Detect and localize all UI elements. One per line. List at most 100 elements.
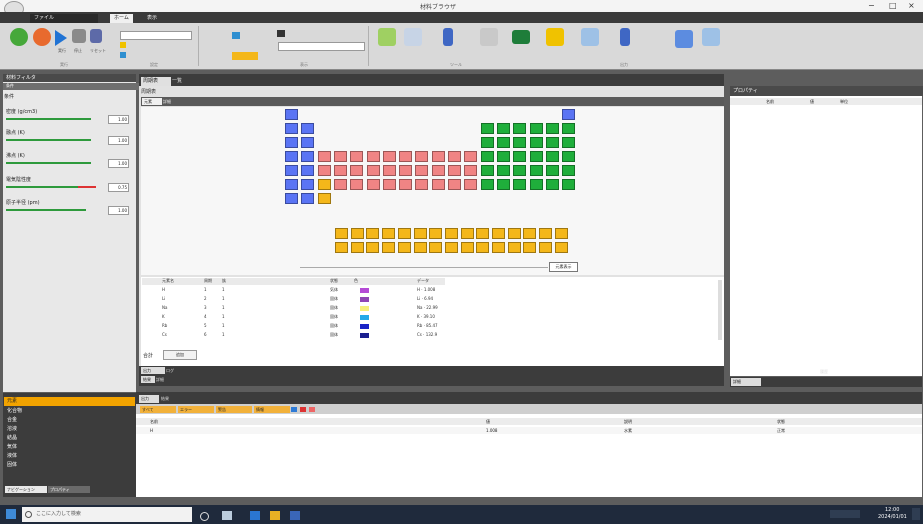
element-cell[interactable] xyxy=(415,179,429,190)
lower-toolbar-button[interactable]: エラー xyxy=(178,406,214,413)
app-taskbar-icon[interactable] xyxy=(290,511,300,520)
element-cell[interactable] xyxy=(545,179,559,190)
element-cell-f-block[interactable] xyxy=(350,228,364,239)
col-period[interactable]: 周期 xyxy=(204,278,212,284)
graph-icon[interactable] xyxy=(512,30,530,44)
nav-item-solutions[interactable]: 溶液 xyxy=(4,425,135,434)
start-icon[interactable] xyxy=(6,509,16,519)
slider-value-field[interactable]: 1.00 xyxy=(108,136,129,145)
element-view-button[interactable]: 元素表示 xyxy=(549,262,578,272)
element-cell-f-block[interactable] xyxy=(523,228,537,239)
element-cell-f-block[interactable] xyxy=(335,228,348,239)
element-cell[interactable] xyxy=(448,151,461,162)
element-cell-f-block[interactable] xyxy=(413,228,427,239)
element-cell-f-block[interactable] xyxy=(554,228,568,239)
slider-track[interactable] xyxy=(6,118,91,120)
lower-col-name[interactable]: 名前 xyxy=(150,419,158,425)
settings-icon[interactable] xyxy=(90,29,102,43)
nav-item-liquid[interactable]: 液体 xyxy=(4,452,135,461)
slider-value-field[interactable]: 0.75 xyxy=(108,183,129,192)
element-cell[interactable] xyxy=(529,165,543,176)
record-icon[interactable] xyxy=(33,28,51,46)
col-group[interactable]: 族 xyxy=(222,278,226,284)
element-cell-f-block[interactable] xyxy=(554,242,568,253)
right-bottom-tab-details[interactable]: 詳細 xyxy=(731,378,761,386)
nav-item-alloys[interactable]: 合金 xyxy=(4,416,135,425)
element-cell[interactable] xyxy=(399,165,413,176)
nav-item-solid[interactable]: 固体 xyxy=(4,461,135,470)
doc-tab-periodic[interactable]: 周期表 xyxy=(141,77,171,86)
filter-icon[interactable] xyxy=(291,407,297,412)
lower-grid-row[interactable] xyxy=(136,427,922,434)
element-cell-f-block[interactable] xyxy=(507,242,521,253)
element-cell[interactable] xyxy=(496,123,510,134)
element-cell-f-block[interactable] xyxy=(476,228,490,239)
element-cell[interactable] xyxy=(448,165,461,176)
close-button[interactable]: × xyxy=(908,1,915,10)
element-cell[interactable] xyxy=(301,193,315,204)
element-cell[interactable] xyxy=(350,179,364,190)
image-icon[interactable] xyxy=(581,28,599,46)
lower-col-description[interactable]: 説明 xyxy=(624,419,632,425)
element-cell[interactable] xyxy=(545,123,559,134)
element-cell[interactable] xyxy=(562,137,576,148)
element-cell-f-block[interactable] xyxy=(335,242,348,253)
element-cell-f-block[interactable] xyxy=(366,228,380,239)
slider-value-field[interactable]: 1.00 xyxy=(108,115,129,124)
element-cell[interactable] xyxy=(350,165,364,176)
element-cell[interactable] xyxy=(562,165,576,176)
clock-time[interactable]: 12:00 xyxy=(885,507,899,513)
slider-track[interactable] xyxy=(6,139,91,141)
element-cell-f-block[interactable] xyxy=(429,242,443,253)
gear-icon[interactable] xyxy=(675,30,693,48)
element-cell[interactable] xyxy=(431,151,445,162)
col-state[interactable]: 状態 xyxy=(330,278,338,284)
element-cell-f-block[interactable] xyxy=(539,242,553,253)
element-cell-f-block[interactable] xyxy=(350,242,364,253)
pen-icon[interactable] xyxy=(620,28,630,46)
ribbon-tab-view[interactable]: 表示 xyxy=(143,14,161,23)
element-cell[interactable] xyxy=(496,137,510,148)
element-cell[interactable] xyxy=(317,193,331,204)
ribbon-tab-home[interactable]: ホーム xyxy=(110,14,133,23)
element-cell-f-block[interactable] xyxy=(444,228,458,239)
element-cell[interactable] xyxy=(317,165,331,176)
nav-item-compounds[interactable]: 化合物 xyxy=(4,407,135,416)
element-cell[interactable] xyxy=(480,151,494,162)
element-cell[interactable] xyxy=(496,165,510,176)
right-bottom-tab-history[interactable]: 履歴 xyxy=(820,369,828,375)
element-cell[interactable] xyxy=(285,109,298,120)
element-cell[interactable] xyxy=(562,109,576,120)
slider-track[interactable] xyxy=(6,209,86,211)
element-cell[interactable] xyxy=(382,179,396,190)
doc-subtab-elements[interactable]: 元素 xyxy=(142,98,162,105)
chart-icon[interactable] xyxy=(232,32,240,39)
ribbon-combo-2[interactable] xyxy=(278,42,365,51)
element-cell[interactable] xyxy=(480,165,494,176)
element-cell-f-block[interactable] xyxy=(476,242,490,253)
element-cell[interactable] xyxy=(513,165,527,176)
explorer-icon[interactable] xyxy=(270,511,280,520)
element-cell[interactable] xyxy=(366,165,380,176)
doc-bottom-tab-output[interactable]: 出力 xyxy=(141,367,165,374)
element-cell[interactable] xyxy=(431,165,445,176)
nav-item-crystals[interactable]: 結晶 xyxy=(4,434,135,443)
element-cell-f-block[interactable] xyxy=(413,242,427,253)
doc-bottom-sub-results[interactable]: 結果 xyxy=(141,376,155,383)
slider-track[interactable] xyxy=(6,162,91,164)
ribbon-tab-file[interactable]: ファイル xyxy=(30,14,98,23)
left-bottom-tab-nav[interactable]: ナビゲーション xyxy=(5,486,47,493)
report-icon[interactable] xyxy=(546,28,564,46)
element-cell[interactable] xyxy=(448,179,461,190)
element-cell[interactable] xyxy=(513,179,527,190)
element-cell-f-block[interactable] xyxy=(397,242,411,253)
element-cell[interactable] xyxy=(399,179,413,190)
doc-bottom-sub-details[interactable]: 詳細 xyxy=(156,376,164,383)
element-cell[interactable] xyxy=(366,179,380,190)
element-cell[interactable] xyxy=(480,179,494,190)
element-cell[interactable] xyxy=(382,165,396,176)
element-cell[interactable] xyxy=(301,137,315,148)
table-row[interactable]: Na 3 1 固体 Na · 22.99 xyxy=(142,305,445,312)
element-cell[interactable] xyxy=(301,123,315,134)
lower-toolbar-button[interactable]: 警告 xyxy=(216,406,252,413)
